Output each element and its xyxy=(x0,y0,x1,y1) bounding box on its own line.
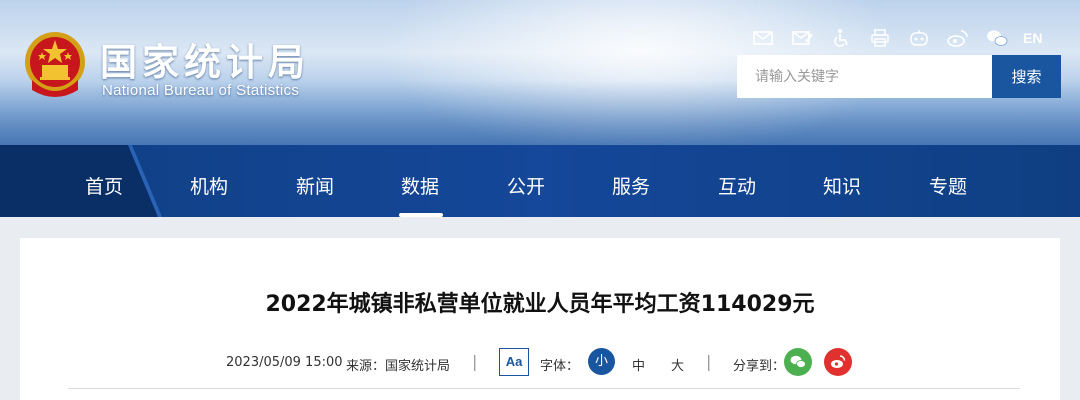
font-size-label: 字体： xyxy=(540,359,580,374)
robot-icon[interactable] xyxy=(904,26,934,50)
weibo-share-icon[interactable] xyxy=(824,348,852,376)
share-label: 分享到： xyxy=(733,359,786,374)
weibo-icon[interactable] xyxy=(943,26,973,50)
font-size-medium-button[interactable]: 中 xyxy=(632,355,645,374)
main-nav: 首页 机构 新闻 数据 公开 服务 互动 知识 专题 xyxy=(0,145,1080,217)
nav-item-topics[interactable]: 专题 xyxy=(908,145,988,217)
wechat-icon[interactable] xyxy=(982,26,1012,50)
mail-edit-icon[interactable] xyxy=(787,26,817,50)
article-meta-bar: 2023/05/09 15:00 来源：国家统计局 | Aa 字体： 小 中 大… xyxy=(20,348,1060,378)
site-logo-english[interactable]: National Bureau of Statistics xyxy=(102,82,299,99)
meta-divider xyxy=(68,388,1020,389)
article-title: 2022年城镇非私营单位就业人员年平均工资114029元 xyxy=(265,292,815,317)
language-en-link[interactable]: EN xyxy=(1023,30,1042,46)
nav-item-interaction[interactable]: 互动 xyxy=(697,145,777,217)
font-size-small-button[interactable]: 小 xyxy=(588,348,615,375)
font-size-large-button[interactable]: 大 xyxy=(671,355,684,374)
mail-icon[interactable] xyxy=(748,26,778,50)
article-source: 来源：国家统计局 xyxy=(346,359,451,374)
article-panel: 2022年城镇非私营单位就业人员年平均工资114029元 2023/05/09 … xyxy=(20,238,1060,400)
header-tool-icons: EN xyxy=(748,26,1042,50)
meta-separator: | xyxy=(472,352,478,371)
nav-item-services[interactable]: 服务 xyxy=(591,145,671,217)
search-input[interactable] xyxy=(737,55,992,98)
national-emblem-icon[interactable] xyxy=(22,30,88,100)
nav-item-knowledge[interactable]: 知识 xyxy=(802,145,882,217)
nav-item-data[interactable]: 数据 xyxy=(380,145,460,217)
meta-separator: | xyxy=(706,352,712,371)
search-button[interactable]: 搜索 xyxy=(992,55,1061,98)
site-header: 国家统计局 National Bureau of Statistics EN 搜… xyxy=(0,0,1080,150)
nav-item-organization[interactable]: 机构 xyxy=(169,145,249,217)
nav-active-indicator xyxy=(399,213,443,217)
nav-item-home[interactable]: 首页 xyxy=(64,145,144,217)
accessibility-icon[interactable] xyxy=(826,26,856,50)
font-toggle-button[interactable]: Aa xyxy=(499,348,529,376)
publish-date: 2023/05/09 15:00 xyxy=(226,355,343,370)
print-icon[interactable] xyxy=(865,26,895,50)
nav-item-news[interactable]: 新闻 xyxy=(275,145,355,217)
wechat-share-icon[interactable] xyxy=(784,348,812,376)
nav-item-public[interactable]: 公开 xyxy=(486,145,566,217)
site-logo-text[interactable]: 国家统计局 xyxy=(100,32,310,86)
